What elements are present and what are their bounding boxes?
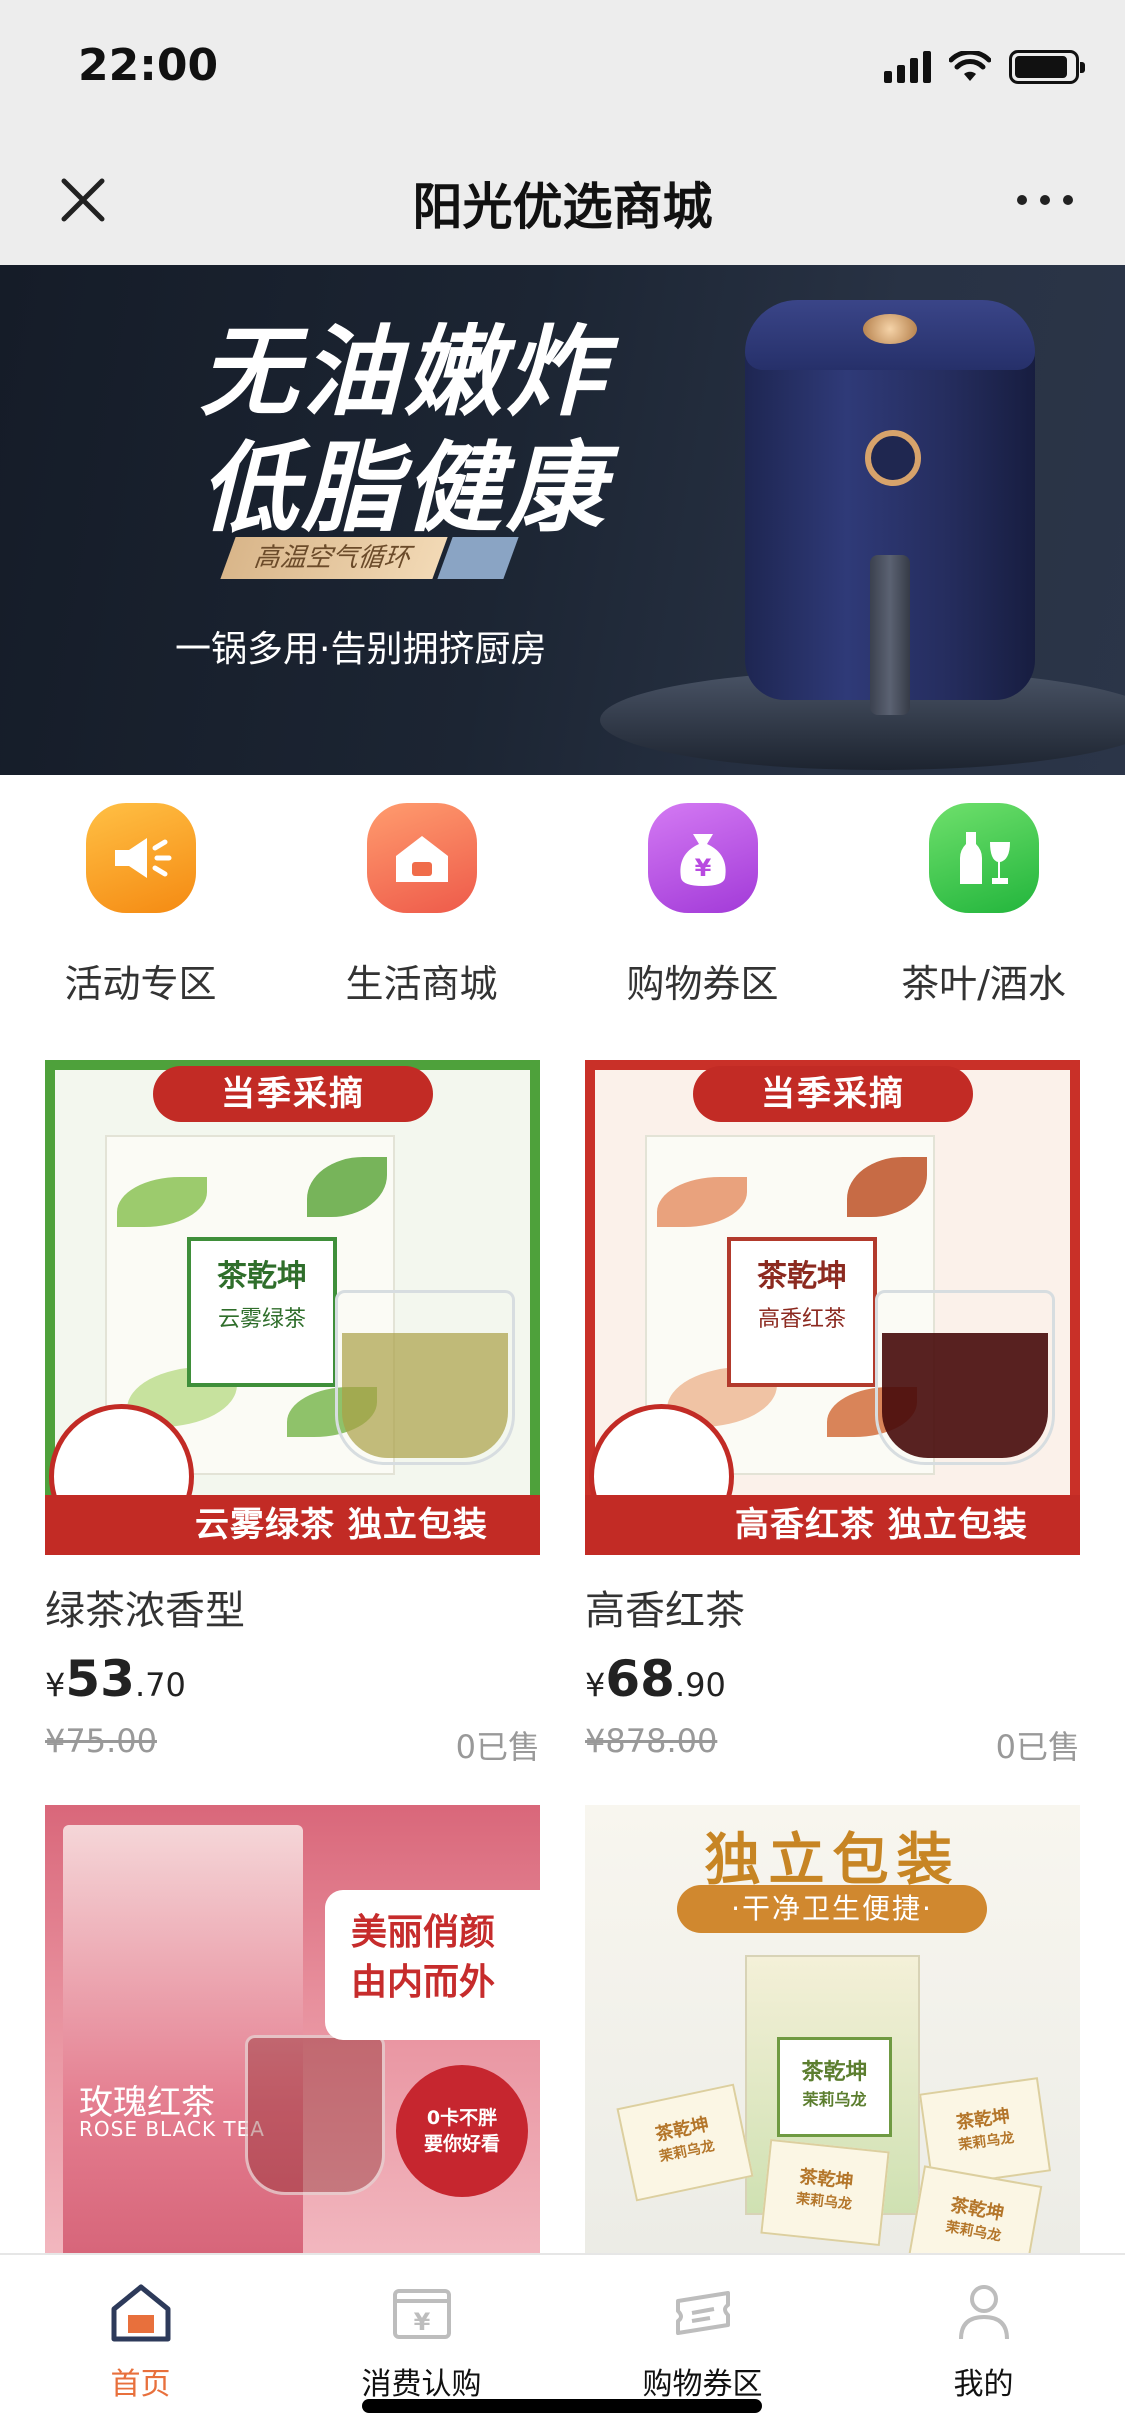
promo-banner[interactable]: 无油嫩炸 低脂健康 高温空气循环 一锅多用·告别拥挤厨房 <box>0 265 1125 775</box>
status-icons <box>884 50 1085 84</box>
home-indicator[interactable] <box>362 2399 762 2413</box>
box-label: 茶乾坤 茉莉乌龙 <box>777 2037 892 2137</box>
price-symbol: ¥ <box>585 1666 606 1704</box>
banner-tag: 高温空气循环 <box>220 537 448 579</box>
page-title: 阳光优选商城 <box>412 178 713 236</box>
product-card-jasmine-oolong[interactable]: 独立包装 ·干净卫生便捷· 茶乾坤 茉莉乌龙 茶乾坤 茉莉乌龙 茶乾坤 茉莉乌龙… <box>585 1805 1080 2255</box>
promo-circle: 0卡不胖 要你好看 <box>396 2065 528 2197</box>
product-card-black-tea[interactable]: 当季采摘 茶乾坤 高香红茶 高香红茶 独立包装 高香红茶 ¥68.90 ¥878… <box>585 1060 1080 1766</box>
home-icon <box>111 2284 171 2342</box>
svg-text:¥: ¥ <box>414 2308 431 2336</box>
bag-subtitle: ROSE BLACK TEA <box>79 2117 265 2141</box>
banner-headline-line1: 无油嫩炸 <box>200 316 609 430</box>
tab-label: 我的 <box>953 2367 1014 2402</box>
category-activity-zone[interactable]: 活动专区 <box>0 775 281 1045</box>
price-decimal: .70 <box>134 1666 186 1704</box>
box-label: 茶乾坤 云雾绿茶 <box>187 1237 337 1387</box>
product-ribbon: 当季采摘 <box>693 1066 973 1122</box>
box-subtitle: 茉莉乌龙 <box>802 2090 867 2109</box>
voucher-icon: ¥ <box>393 2289 451 2339</box>
category-shortcuts: 活动专区 生活商城 ¥ 购物券区 茶叶/酒水 <box>0 775 1125 1045</box>
category-life-mall[interactable]: 生活商城 <box>281 775 562 1045</box>
banner-subtitle: 一锅多用·告别拥挤厨房 <box>175 629 547 670</box>
category-label: 生活商城 <box>345 962 498 1006</box>
product-banner-text: 高香红茶 独立包装 <box>585 1495 1080 1555</box>
product-name: 高香红茶 <box>585 1588 745 1634</box>
wine-bottle-icon <box>929 803 1039 913</box>
price-decimal: .90 <box>674 1666 726 1704</box>
product-image: 当季采摘 茶乾坤 云雾绿茶 云雾绿茶 独立包装 <box>45 1060 540 1555</box>
product-card-rose-tea[interactable]: 玫瑰红茶 ROSE BLACK TEA 美丽俏颜 由内而外 0卡不胖 要你好看 <box>45 1805 540 2255</box>
box-title: 茶乾坤 <box>801 2060 868 2085</box>
sold-count: 0已售 <box>995 1728 1080 1766</box>
box-label: 茶乾坤 高香红茶 <box>727 1237 877 1387</box>
more-icon[interactable] <box>1010 175 1080 225</box>
tab-home[interactable]: 首页 <box>0 2255 281 2436</box>
circle-line1: 0卡不胖 <box>426 2107 498 2129</box>
megaphone-icon <box>86 803 196 913</box>
panel-line2: 由内而外 <box>351 1962 496 2003</box>
status-bar: 22:00 <box>0 0 1125 135</box>
image-title: 独立包装 <box>704 1828 961 1893</box>
box-subtitle: 高香红茶 <box>757 1307 846 1332</box>
banner-headline-line2: 低脂健康 <box>200 432 609 546</box>
cellular-signal-icon <box>884 51 931 83</box>
product-banner-text: 云雾绿茶 独立包装 <box>45 1495 540 1555</box>
sold-count: 0已售 <box>455 1728 540 1766</box>
product-image: 独立包装 ·干净卫生便捷· 茶乾坤 茉莉乌龙 茶乾坤 茉莉乌龙 茶乾坤 茉莉乌龙… <box>585 1805 1080 2255</box>
price-integer: 53 <box>65 1650 135 1708</box>
tab-label: 首页 <box>110 2367 171 2402</box>
status-time: 22:00 <box>78 40 219 91</box>
banner-tag-text: 高温空气循环 <box>250 543 418 573</box>
price-integer: 68 <box>605 1650 675 1708</box>
product-ribbon: 当季采摘 <box>153 1066 433 1122</box>
category-label: 茶叶/酒水 <box>901 962 1066 1006</box>
product-price: ¥53.70 <box>45 1650 186 1708</box>
original-price: ¥878.00 <box>585 1722 718 1760</box>
box-title: 茶乾坤 <box>217 1259 307 1294</box>
nav-bar: 阳光优选商城 <box>0 135 1125 265</box>
product-name: 绿茶浓香型 <box>45 1588 245 1634</box>
tab-label: 购物券区 <box>642 2367 763 2402</box>
tea-cup <box>335 1290 515 1465</box>
panel-line1: 美丽俏颜 <box>351 1912 496 1953</box>
banner-headline: 无油嫩炸 低脂健康 <box>200 315 608 547</box>
category-voucher-zone[interactable]: ¥ 购物券区 <box>562 775 843 1045</box>
original-price: ¥75.00 <box>45 1722 157 1760</box>
air-fryer-image <box>745 300 1035 715</box>
battery-icon <box>1009 50 1085 84</box>
ticket-icon <box>676 2291 730 2335</box>
product-image: 玫瑰红茶 ROSE BLACK TEA 美丽俏颜 由内而外 0卡不胖 要你好看 <box>45 1805 540 2255</box>
tab-mine[interactable]: 我的 <box>843 2255 1124 2436</box>
category-tea-wine[interactable]: 茶叶/酒水 <box>843 775 1124 1045</box>
wifi-icon <box>949 51 991 81</box>
dial-icon <box>865 430 921 486</box>
hand-icon <box>437 537 519 579</box>
circle-line2: 要你好看 <box>423 2133 500 2155</box>
house-icon <box>367 803 477 913</box>
image-ribbon: ·干净卫生便捷· <box>677 1885 987 1933</box>
money-bag-icon: ¥ <box>648 803 758 913</box>
promo-panel: 美丽俏颜 由内而外 <box>325 1890 540 2040</box>
price-symbol: ¥ <box>45 1666 66 1704</box>
category-label: 活动专区 <box>64 962 217 1006</box>
box-subtitle: 云雾绿茶 <box>217 1307 306 1332</box>
tea-sachet: 茶乾坤 茉莉乌龙 <box>760 2138 890 2247</box>
category-label: 购物券区 <box>626 962 779 1006</box>
glass-kettle <box>245 2035 385 2195</box>
user-icon <box>959 2285 1009 2340</box>
product-image: 当季采摘 茶乾坤 高香红茶 高香红茶 独立包装 <box>585 1060 1080 1555</box>
product-price: ¥68.90 <box>585 1650 726 1708</box>
tab-label: 消费认购 <box>361 2367 482 2402</box>
svg-text:¥: ¥ <box>695 854 712 882</box>
product-card-green-tea[interactable]: 当季采摘 茶乾坤 云雾绿茶 云雾绿茶 独立包装 绿茶浓香型 ¥53.70 ¥75… <box>45 1060 540 1766</box>
box-title: 茶乾坤 <box>757 1259 847 1294</box>
tea-cup <box>875 1290 1055 1465</box>
